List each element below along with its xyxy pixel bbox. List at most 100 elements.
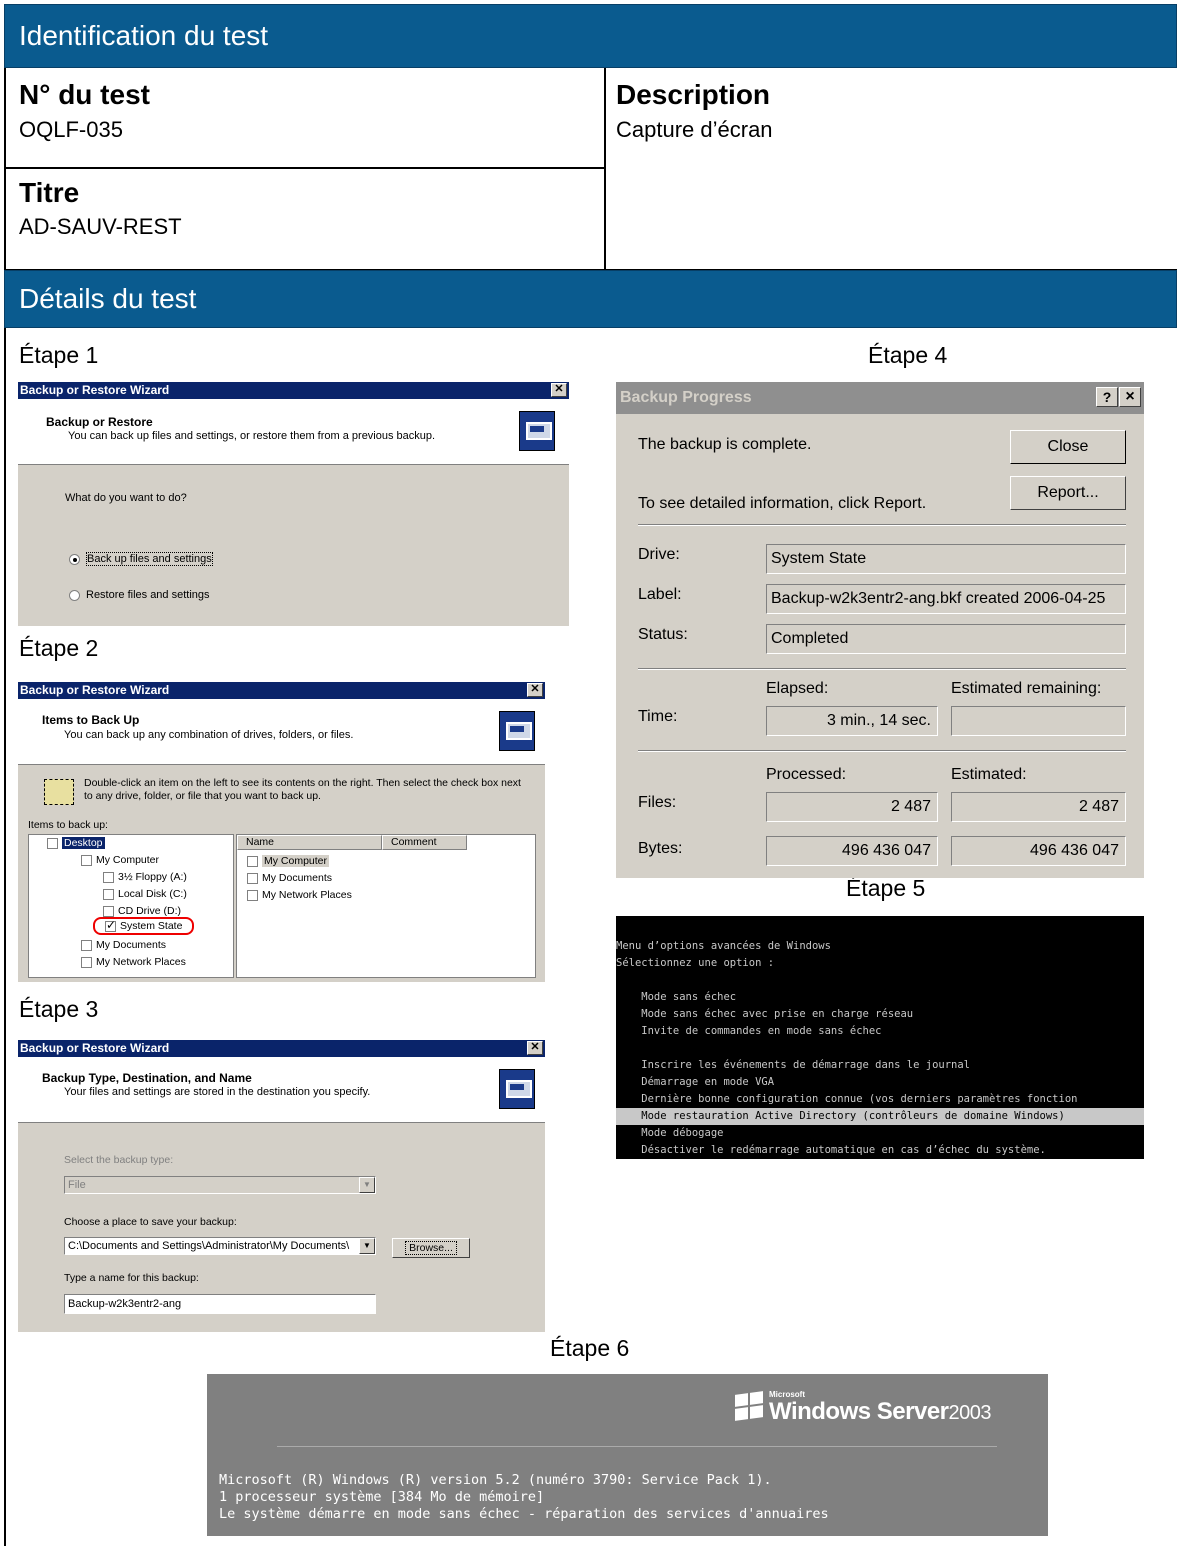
estimated-label: Estimated: — [951, 766, 1027, 783]
boot-line-3: Le système démarre en mode sans échec - … — [219, 1506, 829, 1522]
files-label: Files: — [638, 794, 677, 811]
tree-node[interactable]: CD Drive (D:) — [103, 905, 181, 917]
items-tree[interactable]: Desktop My Computer 3½ Floppy (A:) Local… — [28, 834, 234, 978]
wizard-question: What do you want to do? — [65, 492, 187, 504]
folder-hint-icon — [44, 779, 74, 805]
dialog-title: Backup or Restore Wizard — [20, 1041, 170, 1055]
status-value: Completed — [766, 624, 1126, 654]
tree-node[interactable]: My Computer — [81, 854, 159, 866]
label-value: Backup-w2k3entr2-ang.bkf created 2006-04… — [766, 584, 1126, 614]
dialog-title: Backup or Restore Wizard — [20, 383, 170, 397]
wizard-heading: Items to Back Up — [42, 713, 140, 727]
menu-option[interactable]: Désactiver le redémarrage automatique en… — [616, 1142, 1144, 1159]
option-label: Restore files and settings — [86, 589, 210, 601]
menu-option[interactable]: Démarrage en mode VGA — [616, 1074, 1144, 1091]
list-item[interactable]: My Documents — [247, 872, 332, 884]
drive-label: Drive: — [638, 546, 680, 563]
close-icon[interactable]: ✕ — [527, 1041, 543, 1055]
menu-option[interactable]: Inscrire les événements de démarrage dan… — [616, 1057, 1144, 1074]
files-estimated-value: 2 487 — [951, 792, 1126, 822]
remaining-label: Estimated remaining: — [951, 680, 1102, 697]
drive-value: System State — [766, 544, 1126, 574]
backup-name-input[interactable]: Backup-w2k3entr2-ang — [64, 1294, 376, 1314]
browse-button[interactable]: Browse... — [392, 1238, 470, 1258]
boot-line-1: Microsoft (R) Windows (R) version 5.2 (n… — [219, 1472, 772, 1488]
dialog-titlebar: Backup Progress ? × — [616, 382, 1144, 414]
close-icon[interactable]: × — [1119, 387, 1141, 407]
wizard-backup-icon — [519, 411, 555, 451]
menu-option[interactable]: Mode sans échec — [616, 989, 1144, 1006]
brand-windows-server: Windows Server2003 — [769, 1398, 992, 1425]
label-label: Label: — [638, 586, 682, 603]
radio-selected-icon[interactable] — [69, 553, 80, 565]
menu-prompt: Sélectionnez une option : — [616, 957, 775, 969]
column-header-name[interactable]: Name — [237, 835, 382, 850]
dropdown-arrow-icon[interactable]: ▼ — [359, 1238, 375, 1254]
windows-server-boot-screen: Microsoft Windows Server2003 Microsoft (… — [207, 1374, 1048, 1536]
items-list[interactable]: Name Comment My Computer My Documents My… — [236, 834, 536, 978]
bytes-label: Bytes: — [638, 840, 683, 857]
bytes-processed-value: 496 436 047 — [766, 836, 938, 866]
boot-divider — [277, 1446, 997, 1447]
step-2-label: Étape 2 — [19, 635, 99, 661]
tree-node[interactable]: My Documents — [81, 939, 166, 951]
wizard-heading: Backup or Restore — [46, 415, 153, 429]
wizard-header: Backup or Restore You can back up files … — [18, 399, 569, 465]
restore-radio-option[interactable]: Restore files and settings — [69, 589, 210, 601]
menu-option[interactable]: Dernière bonne configuration connue (vos… — [616, 1091, 1144, 1108]
list-item[interactable]: My Computer — [247, 855, 330, 867]
close-icon[interactable]: ✕ — [527, 683, 543, 697]
tree-node[interactable]: Desktop — [47, 837, 105, 849]
separator — [638, 524, 1126, 526]
tree-node[interactable]: Local Disk (C:) — [103, 888, 187, 900]
menu-option-selected[interactable]: Mode restauration Active Directory (cont… — [616, 1108, 1144, 1125]
dialog-title: Backup Progress — [620, 389, 752, 406]
report-button[interactable]: Report... — [1010, 476, 1126, 510]
backup-type-select[interactable]: File ▼ — [64, 1176, 376, 1194]
backup-radio-option[interactable]: Back up files and settings — [69, 552, 213, 566]
help-icon[interactable]: ? — [1096, 387, 1118, 407]
radio-icon[interactable] — [69, 589, 80, 601]
divider — [604, 68, 606, 271]
bytes-estimated-value: 496 436 047 — [951, 836, 1126, 866]
wizard-header: Items to Back Up You can back up any com… — [18, 699, 545, 765]
dialog-titlebar: Backup or Restore Wizard ✕ — [18, 682, 545, 699]
details-header: Détails du test — [4, 270, 1177, 328]
identification-header: Identification du test — [4, 4, 1177, 68]
time-remaining-value — [951, 706, 1126, 736]
test-number-value: OQLF-035 — [19, 117, 123, 142]
menu-option[interactable]: Invite de commandes en mode sans échec — [616, 1023, 1144, 1040]
menu-title: Menu d’options avancées de Windows — [616, 940, 831, 952]
close-button[interactable]: Close — [1010, 430, 1126, 464]
advanced-boot-menu: Menu d’options avancées de Windows Sélect… — [616, 916, 1144, 1159]
backup-place-label: Choose a place to save your backup: — [64, 1216, 237, 1228]
column-header-comment[interactable]: Comment — [382, 835, 467, 850]
option-label: Back up files and settings — [86, 552, 213, 566]
time-elapsed-value: 3 min., 14 sec. — [766, 706, 938, 736]
menu-option[interactable]: Mode sans échec avec prise en charge rés… — [616, 1006, 1144, 1023]
wizard-backup-icon — [499, 711, 535, 751]
wizard-header: Backup Type, Destination, and Name Your … — [18, 1057, 545, 1123]
tree-node[interactable]: My Network Places — [81, 956, 186, 968]
wizard-subheading: Your files and settings are stored in th… — [64, 1086, 371, 1098]
tree-node-system-state[interactable]: System State — [93, 917, 195, 935]
step-5-label: Étape 5 — [846, 875, 926, 901]
report-message: To see detailed information, click Repor… — [638, 495, 927, 512]
separator — [638, 750, 1126, 752]
menu-option[interactable]: Mode débogage — [616, 1125, 1144, 1142]
title-label: Titre — [19, 177, 80, 208]
wizard-subheading: You can back up files and settings, or r… — [68, 430, 436, 442]
step-4-label: Étape 4 — [868, 342, 948, 368]
backup-place-select[interactable]: C:\Documents and Settings\Administrator\… — [64, 1237, 376, 1255]
processed-label: Processed: — [766, 766, 847, 783]
step-3-label: Étape 3 — [19, 996, 99, 1022]
dropdown-arrow-icon[interactable]: ▼ — [359, 1177, 375, 1193]
close-icon[interactable]: ✕ — [551, 383, 567, 397]
tree-node[interactable]: 3½ Floppy (A:) — [103, 871, 187, 883]
description-label: Description — [616, 79, 771, 110]
list-item[interactable]: My Network Places — [247, 889, 352, 901]
dialog-titlebar: Backup or Restore Wizard ✕ — [18, 382, 569, 399]
wizard-instructions: Double-click an item on the left to see … — [84, 777, 521, 802]
wizard-step3-dialog: Backup or Restore Wizard ✕ Backup Type, D… — [18, 1040, 545, 1332]
title-value: AD-SAUV-REST — [19, 214, 182, 239]
